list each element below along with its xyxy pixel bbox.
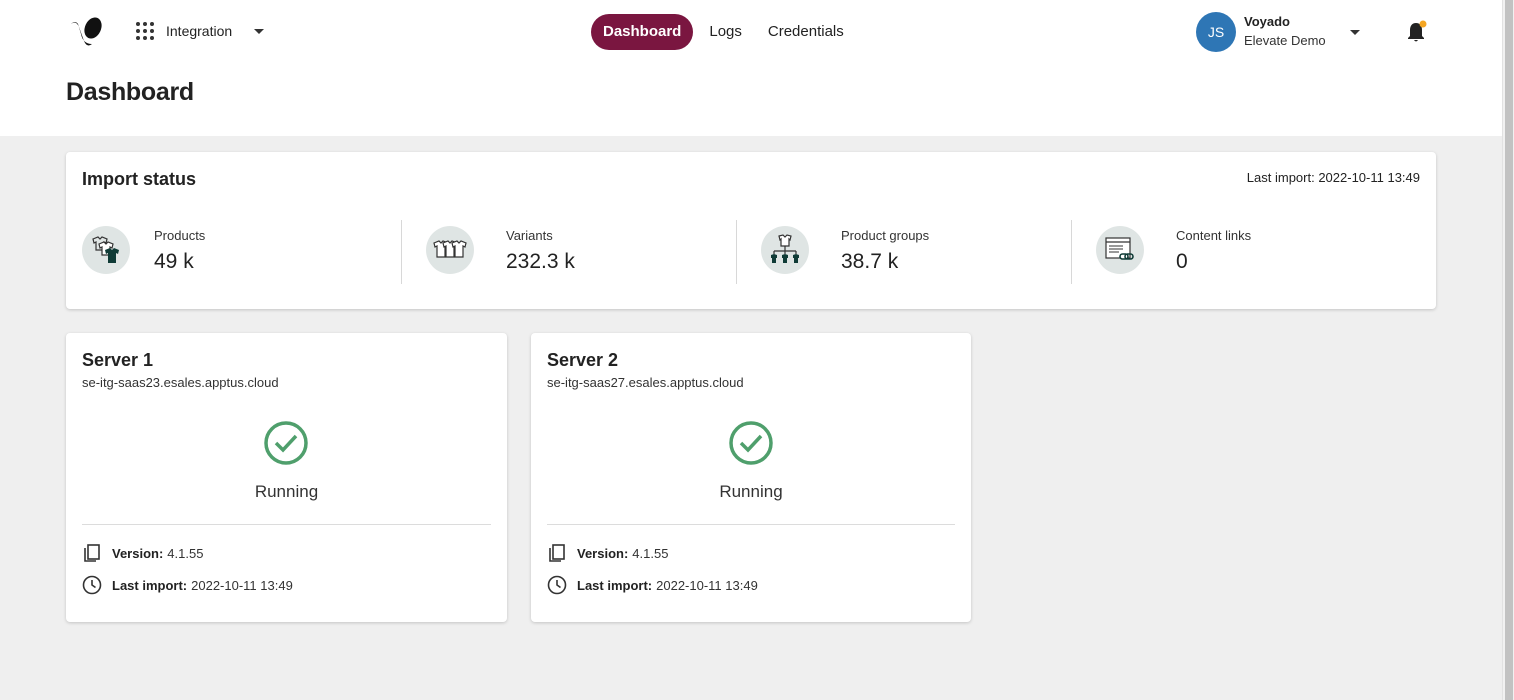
- import-status-card: Import status Last import: 2022-10-11 13…: [66, 152, 1436, 309]
- import-stats: Products 49 k Variants 232.3 k Product g…: [66, 220, 1436, 284]
- stat-value: 232.3 k: [506, 250, 575, 273]
- stat-variants: Variants 232.3 k: [401, 220, 736, 284]
- main-nav: Dashboard Logs Credentials: [591, 14, 860, 50]
- chevron-down-icon: [1349, 29, 1360, 35]
- stat-label: Product groups: [841, 228, 930, 243]
- stat-products: Products 49 k: [66, 220, 401, 284]
- chevron-down-icon: [254, 28, 265, 34]
- check-circle-icon: [264, 421, 308, 465]
- nav-credentials[interactable]: Credentials: [758, 14, 854, 50]
- scrollbar[interactable]: [1502, 0, 1514, 700]
- check-circle-icon: [729, 421, 773, 465]
- top-header: Integration Dashboard Logs Credentials J…: [0, 0, 1502, 136]
- scrollbar-thumb[interactable]: [1505, 0, 1513, 700]
- import-status-title: Import status: [82, 169, 197, 189]
- last-import-value: 2022-10-11 13:49: [191, 577, 293, 593]
- version-label: Version:: [577, 545, 629, 561]
- stat-label: Content links: [1176, 228, 1252, 243]
- server-status: Running: [254, 482, 319, 501]
- user-account: Elevate Demo: [1244, 33, 1326, 48]
- divider: [547, 524, 955, 525]
- server-last-import-row: Last import: 2022-10-11 13:49: [547, 575, 758, 595]
- user-menu[interactable]: JS Voyado Elevate Demo: [1196, 12, 1360, 52]
- server-name: Server 1: [82, 350, 154, 370]
- nav-dashboard[interactable]: Dashboard: [591, 14, 694, 50]
- version-label: Version:: [112, 545, 164, 561]
- app-switcher[interactable]: Integration: [136, 22, 265, 40]
- server-host: se-itg-saas23.esales.apptus.cloud: [82, 375, 279, 390]
- server-version-row: Version: 4.1.55: [547, 543, 668, 563]
- server-card: Server 2 se-itg-saas27.esales.apptus.clo…: [531, 333, 971, 622]
- last-import-label: Last import:: [577, 577, 653, 593]
- voyado-logo[interactable]: [68, 14, 104, 50]
- content-links-icon: [1096, 226, 1144, 274]
- server-last-import-row: Last import: 2022-10-11 13:49: [82, 575, 293, 595]
- stat-value: 49 k: [154, 250, 194, 273]
- stat-label: Variants: [506, 228, 553, 243]
- variants-icon: [426, 226, 474, 274]
- server-host: se-itg-saas27.esales.apptus.cloud: [547, 375, 744, 390]
- stat-value: 0: [1176, 250, 1188, 273]
- last-import-label: Last import:: [112, 577, 188, 593]
- last-import-value: 2022-10-11 13:49: [656, 577, 758, 593]
- clock-icon: [547, 575, 567, 595]
- apps-grid-icon: [136, 22, 154, 40]
- products-icon: [82, 226, 130, 274]
- nav-logs[interactable]: Logs: [699, 14, 752, 50]
- stat-label: Products: [154, 228, 206, 243]
- user-org: Voyado: [1244, 14, 1290, 29]
- server-version-row: Version: 4.1.55: [82, 543, 203, 563]
- stat-product-groups: Product groups 38.7 k: [736, 220, 1071, 284]
- avatar: JS: [1196, 12, 1236, 52]
- app-switcher-label: Integration: [166, 23, 233, 39]
- server-name: Server 2: [547, 350, 619, 370]
- stat-value: 38.7 k: [841, 250, 899, 273]
- divider: [82, 524, 491, 525]
- stat-content-links: Content links 0: [1071, 220, 1406, 284]
- version-value: 4.1.55: [167, 545, 204, 561]
- server-status: Running: [719, 482, 783, 501]
- user-names: Voyado Elevate Demo: [1244, 13, 1326, 51]
- product-groups-icon: [761, 226, 809, 274]
- clock-icon: [82, 575, 102, 595]
- copy-icon: [84, 544, 100, 562]
- version-value: 4.1.55: [632, 545, 669, 561]
- copy-icon: [549, 544, 565, 562]
- import-last-import: Last import: 2022-10-11 13:49: [1246, 170, 1420, 185]
- page-title: Dashboard: [66, 78, 194, 106]
- server-card: Server 1 se-itg-saas23.esales.apptus.clo…: [66, 333, 507, 622]
- notification-bell-icon[interactable]: [1406, 20, 1428, 44]
